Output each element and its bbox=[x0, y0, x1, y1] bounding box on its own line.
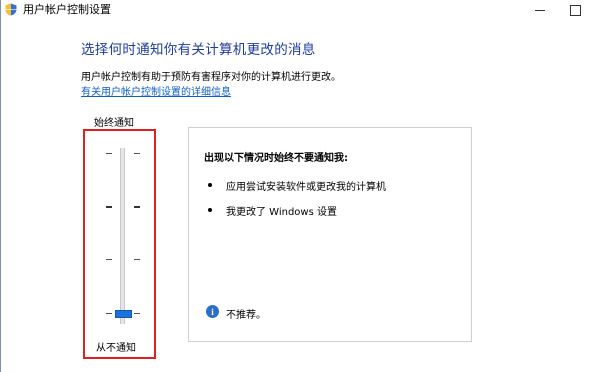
bullet-icon bbox=[208, 208, 212, 212]
slider-track[interactable] bbox=[120, 148, 125, 324]
slider-tick bbox=[106, 206, 112, 208]
maximize-button[interactable] bbox=[558, 0, 592, 20]
minimize-button[interactable] bbox=[523, 0, 557, 20]
page-heading: 选择何时通知你有关计算机更改的消息 bbox=[81, 42, 316, 58]
maximize-icon bbox=[569, 4, 581, 16]
slider-tick bbox=[134, 206, 140, 208]
slider-bottom-label: 从不通知 bbox=[96, 343, 136, 354]
page-description: 用户帐户控制有助于预防有害程序对你的计算机进行更改。 bbox=[81, 72, 341, 83]
slider-tick bbox=[134, 259, 140, 260]
panel-title: 出现以下情况时始终不要通知我: bbox=[204, 153, 348, 164]
uac-settings-window: 用户帐户控制设置 选择何时通知你有关计算机更改的消息 用户帐户控制有助于预防有害… bbox=[0, 0, 606, 372]
slider-tick bbox=[134, 313, 140, 314]
bullet-icon bbox=[208, 183, 212, 187]
info-icon: i bbox=[206, 305, 219, 318]
slider-tick bbox=[106, 153, 112, 154]
recommendation-note: 不推荐。 bbox=[226, 310, 266, 321]
window-title: 用户帐户控制设置 bbox=[23, 3, 111, 16]
list-item: 应用尝试安装软件或更改我的计算机 bbox=[226, 182, 386, 193]
slider-tick bbox=[106, 313, 112, 314]
notification-info-panel: 出现以下情况时始终不要通知我: 应用尝试安装软件或更改我的计算机 我更改了 Wi… bbox=[188, 127, 472, 342]
title-bar: 用户帐户控制设置 bbox=[1, 0, 606, 20]
uac-details-link[interactable]: 有关用户帐户控制设置的详细信息 bbox=[81, 83, 231, 98]
minimize-icon bbox=[535, 9, 545, 11]
list-item: 我更改了 Windows 设置 bbox=[226, 207, 337, 218]
slider-top-label: 始终通知 bbox=[94, 118, 134, 129]
slider-tick bbox=[134, 153, 140, 154]
slider-tick bbox=[106, 259, 112, 260]
shield-icon bbox=[5, 3, 17, 16]
slider-thumb[interactable] bbox=[115, 310, 132, 318]
